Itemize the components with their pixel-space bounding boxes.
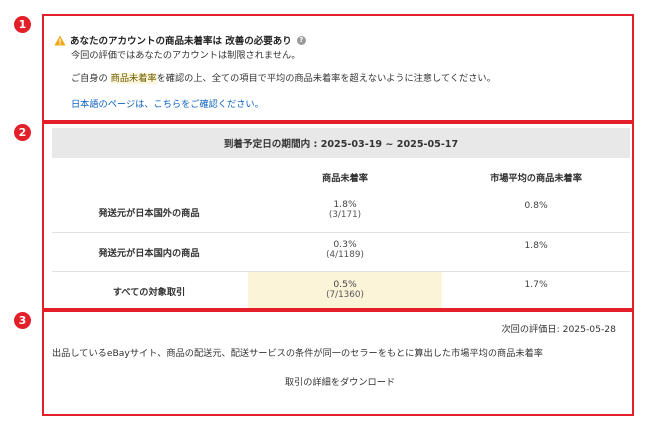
step-badge-2: 2 (14, 124, 31, 141)
help-icon[interactable]: ? (296, 35, 306, 45)
market-cell-domestic: 1.8% (524, 240, 548, 251)
rate-cell-overseas: 1.8% (3/171) (328, 199, 362, 220)
japanese-page-link[interactable]: 日本語のページは、こちらをご確認ください。 (71, 96, 264, 110)
notice-line-1: 今回の評価ではあなたのアカウントは制限されません。 (71, 50, 301, 61)
row-divider (52, 271, 630, 272)
col-header-market: 市場平均の商品未着率 (490, 173, 582, 184)
market-cell-overseas: 0.8% (524, 200, 548, 211)
notice-line-2: ご自身の 商品未着率を確認の上、全ての項目で平均の商品未着率を超えないように注意… (71, 73, 496, 84)
rate-cell-all: 0.5% (7/1360) (326, 279, 364, 300)
period-header: 到着予定日の期間内 : 2025-03-19 ~ 2025-05-17 (52, 128, 630, 158)
warning-icon (54, 35, 66, 46)
notice-title: あなたのアカウントの商品未着率は 改善の必要あり (70, 36, 292, 47)
rate-cell-domestic: 0.3% (4/1189) (326, 239, 364, 260)
notice-title-row: あなたのアカウントの商品未着率は 改善の必要あり ? (54, 33, 306, 47)
market-average-description: 出品しているeBayサイト、商品の配送元、配送サービスの条件が同一のセラーをもと… (52, 348, 543, 359)
download-details-link[interactable]: 取引の詳細をダウンロード (0, 374, 648, 388)
step-badge-3: 3 (14, 312, 31, 329)
market-cell-all: 1.7% (524, 279, 548, 290)
row-divider (52, 232, 630, 233)
col-header-rate: 商品未着率 (322, 173, 368, 184)
step-badge-1: 1 (14, 16, 31, 33)
row-label-domestic: 発送元が日本国内の商品 (98, 248, 200, 259)
row-label-overseas: 発送元が日本国外の商品 (98, 208, 200, 219)
defect-rate-highlight: 商品未着率 (110, 73, 157, 84)
row-label-all: すべての対象取引 (112, 287, 186, 298)
next-evaluation-date: 次回の評価日: 2025-05-28 (501, 324, 616, 335)
